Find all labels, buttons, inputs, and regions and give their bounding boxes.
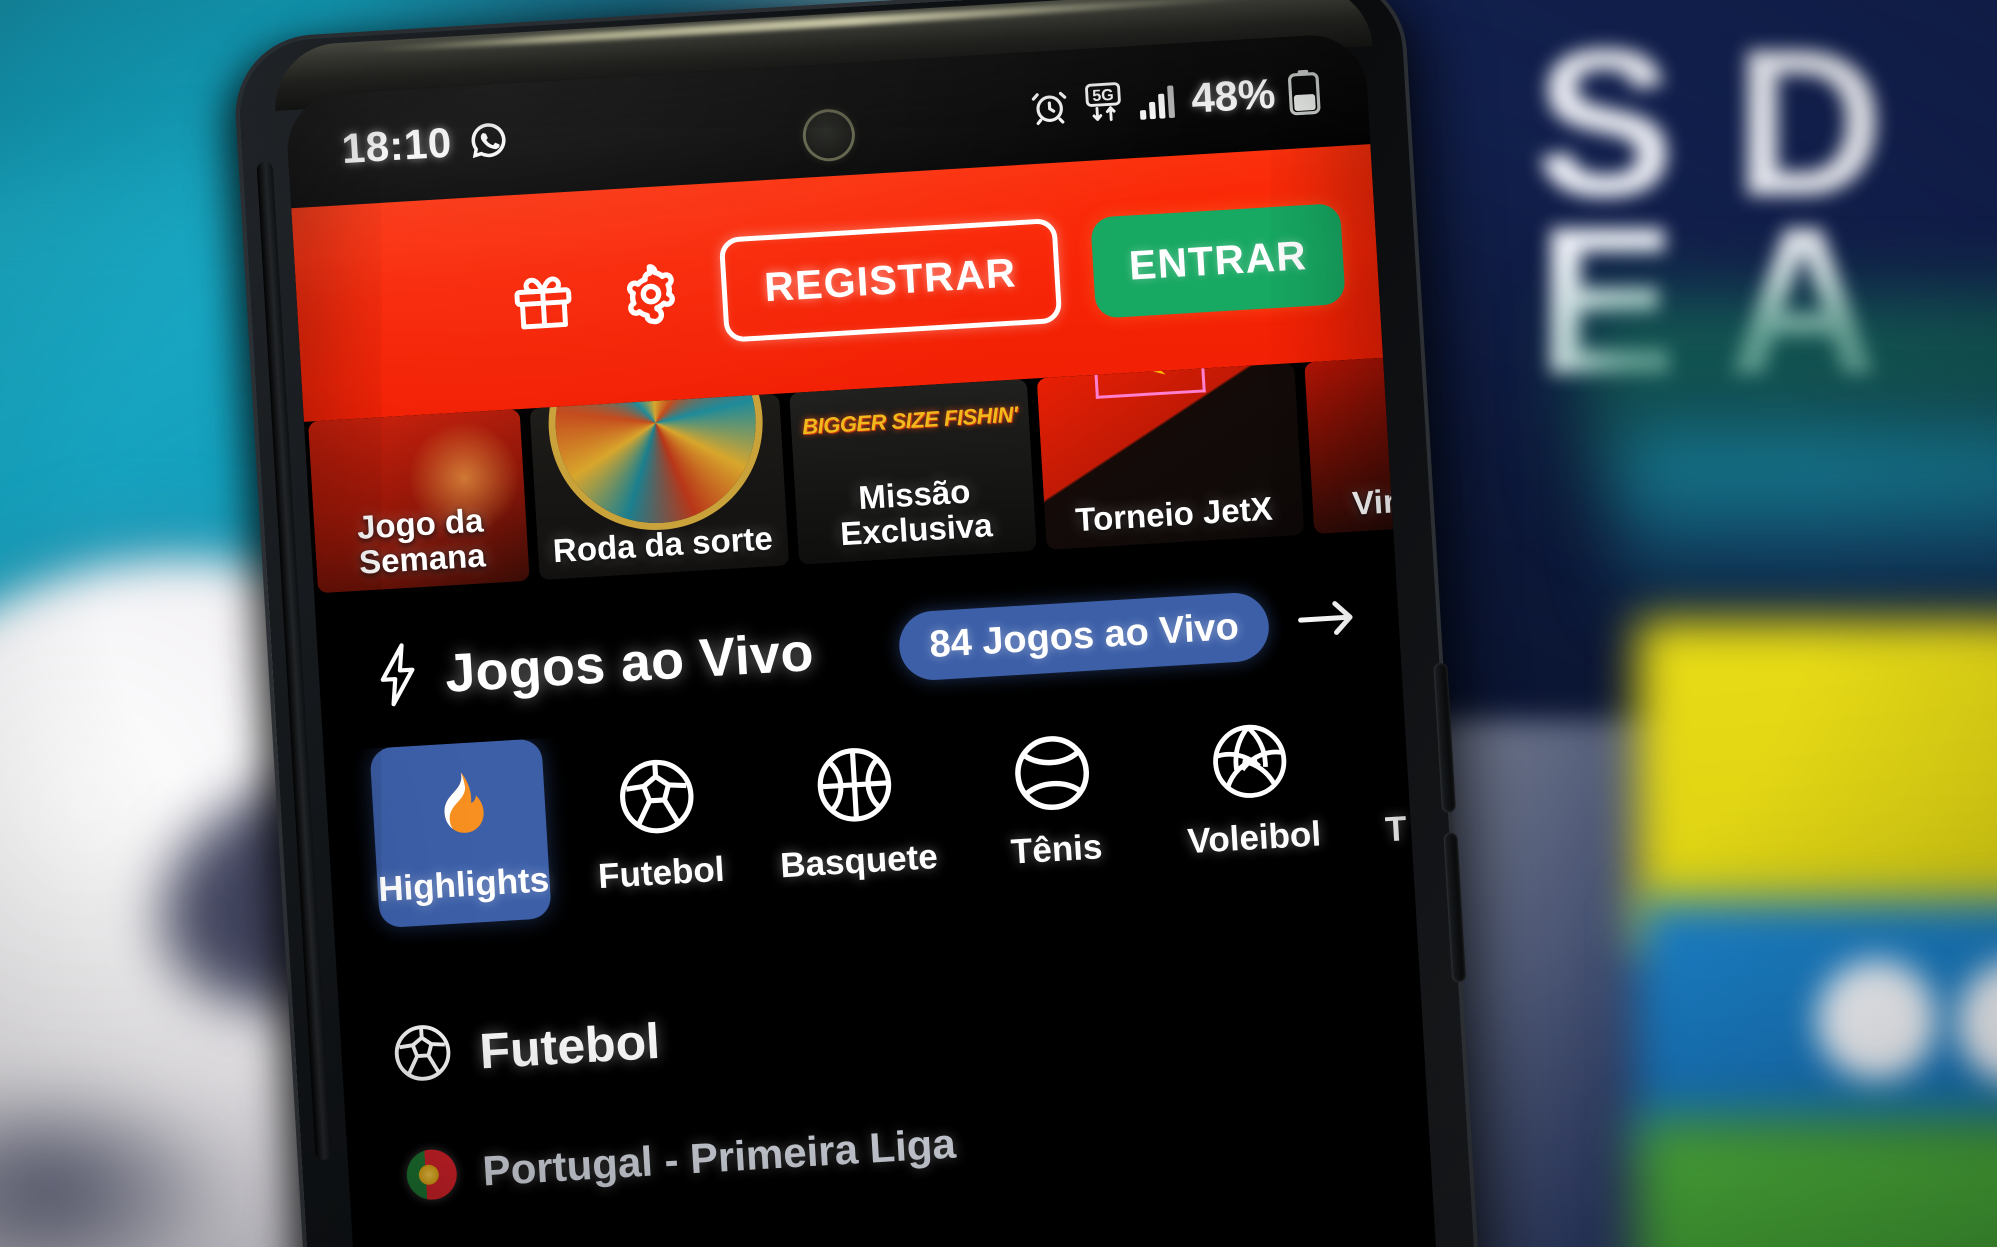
status-bar-right: 5G 48% — [1028, 67, 1322, 132]
live-games-count-badge[interactable]: 84 Jogos ao Vivo — [897, 590, 1271, 682]
sport-chip-label: T — [1384, 809, 1408, 850]
login-button[interactable]: ENTRAR — [1090, 202, 1346, 319]
network-5g-icon: 5G — [1080, 81, 1127, 128]
status-clock: 18:10 — [340, 118, 453, 173]
league-name: Portugal - Primeira Liga — [481, 1119, 958, 1195]
promo-label: Virtuals — [1351, 478, 1394, 523]
signal-bars-icon — [1136, 79, 1180, 121]
tennis-ball-icon — [1009, 728, 1096, 819]
basketball-icon — [811, 739, 898, 830]
arrow-right-icon[interactable] — [1289, 594, 1360, 650]
sport-chip-label: Highlights — [377, 860, 551, 910]
background-cyan-strip — [1617, 430, 1997, 630]
front-camera — [804, 110, 853, 160]
background-green-field — [1637, 1120, 1997, 1247]
battery-icon — [1286, 68, 1323, 116]
phone-screen: 18:10 5G 48% REGISTRAR ENTRAR Jogo da Se… — [284, 32, 1440, 1247]
football-section-title: Futebol — [477, 1012, 662, 1080]
promo-label: Torneio JetX — [1074, 489, 1274, 539]
sport-chip-voleibol[interactable]: Voleibol — [1160, 691, 1342, 881]
svg-text:5G: 5G — [1092, 86, 1114, 105]
portugal-flag-icon — [405, 1148, 459, 1202]
background-board-letter-a — [1817, 960, 1937, 1080]
gear-icon[interactable] — [612, 255, 690, 333]
soccer-ball-icon — [390, 1020, 456, 1091]
battery-percentage: 48% — [1189, 69, 1277, 122]
sport-chip-label: Tênis — [1009, 827, 1104, 872]
sport-chip-basquete[interactable]: Basquete — [765, 715, 947, 905]
clipped-icon — [1389, 710, 1394, 796]
promo-tile-roda-da-sorte[interactable]: Roda da sorte — [529, 393, 790, 581]
volleyball-icon — [1206, 716, 1293, 807]
sport-chip-label: Futebol — [597, 849, 726, 897]
promo-tile-missao-exclusiva[interactable]: BIGGER SIZE FISHIN' Missão Exclusiva — [789, 378, 1037, 565]
promo-logo: BIGGER SIZE FISHIN' — [801, 401, 1019, 440]
promo-tile-virtuals[interactable]: Virtuals — [1304, 357, 1394, 535]
whatsapp-icon — [466, 118, 510, 162]
promo-label: Missão Exclusiva — [839, 472, 994, 553]
promo-tile-torneio-jetx[interactable]: Torneio JetX — [1036, 363, 1305, 551]
smartphone: 18:10 5G 48% REGISTRAR ENTRAR Jogo da Se… — [235, 0, 1478, 1247]
status-bar-left: 18:10 — [340, 115, 510, 173]
alarm-clock-icon — [1028, 86, 1070, 128]
sport-chip-futebol[interactable]: Futebol — [567, 727, 749, 917]
live-games-title: Jogos ao Vivo — [443, 622, 816, 704]
gift-icon[interactable] — [504, 261, 582, 339]
register-button[interactable]: REGISTRAR — [718, 217, 1063, 343]
promo-label: Jogo da Semana — [355, 501, 487, 582]
sport-chip-label: Voleibol — [1186, 814, 1323, 862]
promo-tile-jogo-da-semana[interactable]: Jogo da Semana — [307, 409, 530, 594]
flame-icon — [423, 763, 496, 853]
sport-chip-highlights[interactable]: Highlights — [369, 738, 552, 929]
soccer-ball-icon — [613, 751, 700, 842]
sport-chip-label: Basquete — [779, 837, 939, 886]
lightning-bolt-icon — [371, 638, 425, 716]
sport-chip-tenis[interactable]: Tênis — [962, 703, 1144, 893]
